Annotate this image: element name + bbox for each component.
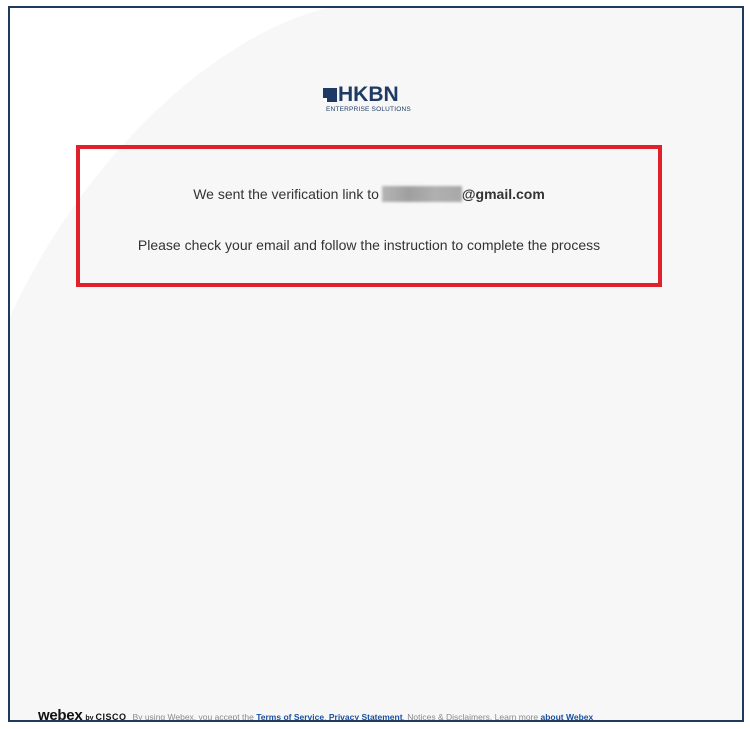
redacted-email-user (381, 186, 462, 202)
about-webex-link[interactable]: about Webex (541, 712, 594, 720)
verification-page: HKBN Enterprise Solutions We sent the ve… (8, 6, 744, 722)
check-email-instruction: Please check your email and follow the i… (137, 237, 601, 253)
webex-by: by (85, 715, 94, 722)
cisco-logo: CISCO (95, 712, 127, 722)
verification-sent-prefix: We sent the verification link to (193, 186, 379, 202)
footer: webex by CISCO By using Webex, you accep… (38, 707, 594, 722)
footer-text-before: By using Webex, you accept the (132, 712, 254, 722)
verification-sent-text: We sent the verification link to @gmail.c… (80, 186, 658, 202)
footer-sep: , (324, 712, 327, 722)
verification-message-box: We sent the verification link to @gmail.c… (76, 145, 662, 287)
hkbn-logo: HKBN Enterprise Solutions (323, 84, 433, 120)
email-domain: @gmail.com (461, 186, 545, 202)
webex-logo: webex (38, 707, 83, 722)
logo-tagline: Enterprise Solutions (326, 106, 411, 113)
terms-of-service-link[interactable]: Terms of Service (256, 712, 324, 720)
footer-text-middle: , Notices & Disclaimers. Learn more (402, 712, 539, 722)
logo-name: HKBN (338, 83, 399, 106)
privacy-statement-link[interactable]: Privacy Statement (329, 712, 403, 720)
logo-mark-icon (323, 88, 337, 102)
